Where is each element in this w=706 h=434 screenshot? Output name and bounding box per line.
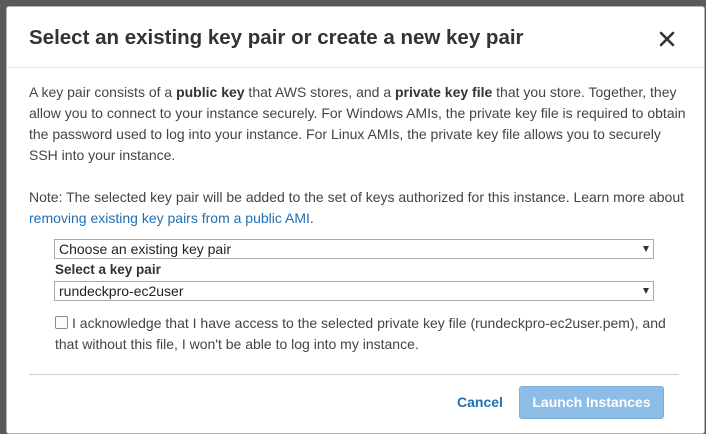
public-key-term: public key [176, 84, 245, 100]
intro-paragraph: A key pair consists of a public key that… [29, 82, 689, 166]
acknowledge-row: I acknowledge that I have access to the … [55, 313, 675, 355]
key-pair-value: rundeckpro-ec2user [59, 283, 184, 299]
intro-text-1: A key pair consists of a [29, 84, 177, 100]
note-paragraph: Note: The selected key pair will be adde… [29, 187, 689, 229]
acknowledge-checkbox[interactable] [55, 316, 68, 329]
removing-key-pairs-link[interactable]: removing existing key pairs from a publi… [29, 210, 310, 226]
launch-instances-button[interactable]: Launch Instances [519, 386, 664, 419]
key-pair-mode-value: Choose an existing key pair [59, 241, 231, 257]
dropdown-arrow-icon [643, 246, 649, 252]
private-key-file-term: private key file [395, 84, 493, 100]
key-pair-dialog: Select an existing key pair or create a … [6, 6, 705, 434]
dialog-header: Select an existing key pair or create a … [7, 7, 704, 68]
key-pair-mode-select[interactable]: Choose an existing key pair [54, 239, 654, 259]
note-text: Note: The selected key pair will be adde… [29, 189, 685, 205]
key-pair-select[interactable]: rundeckpro-ec2user [54, 281, 654, 301]
dialog-title: Select an existing key pair or create a … [29, 26, 524, 49]
dropdown-arrow-icon [643, 288, 649, 294]
intro-text-2: that AWS stores, and a [244, 84, 395, 100]
acknowledge-text: I acknowledge that I have access to the … [55, 315, 666, 352]
cancel-button[interactable]: Cancel [457, 394, 503, 410]
footer-divider [29, 374, 679, 375]
select-key-pair-label: Select a key pair [55, 262, 161, 277]
note-end: . [309, 210, 314, 226]
close-icon[interactable] [656, 25, 678, 51]
